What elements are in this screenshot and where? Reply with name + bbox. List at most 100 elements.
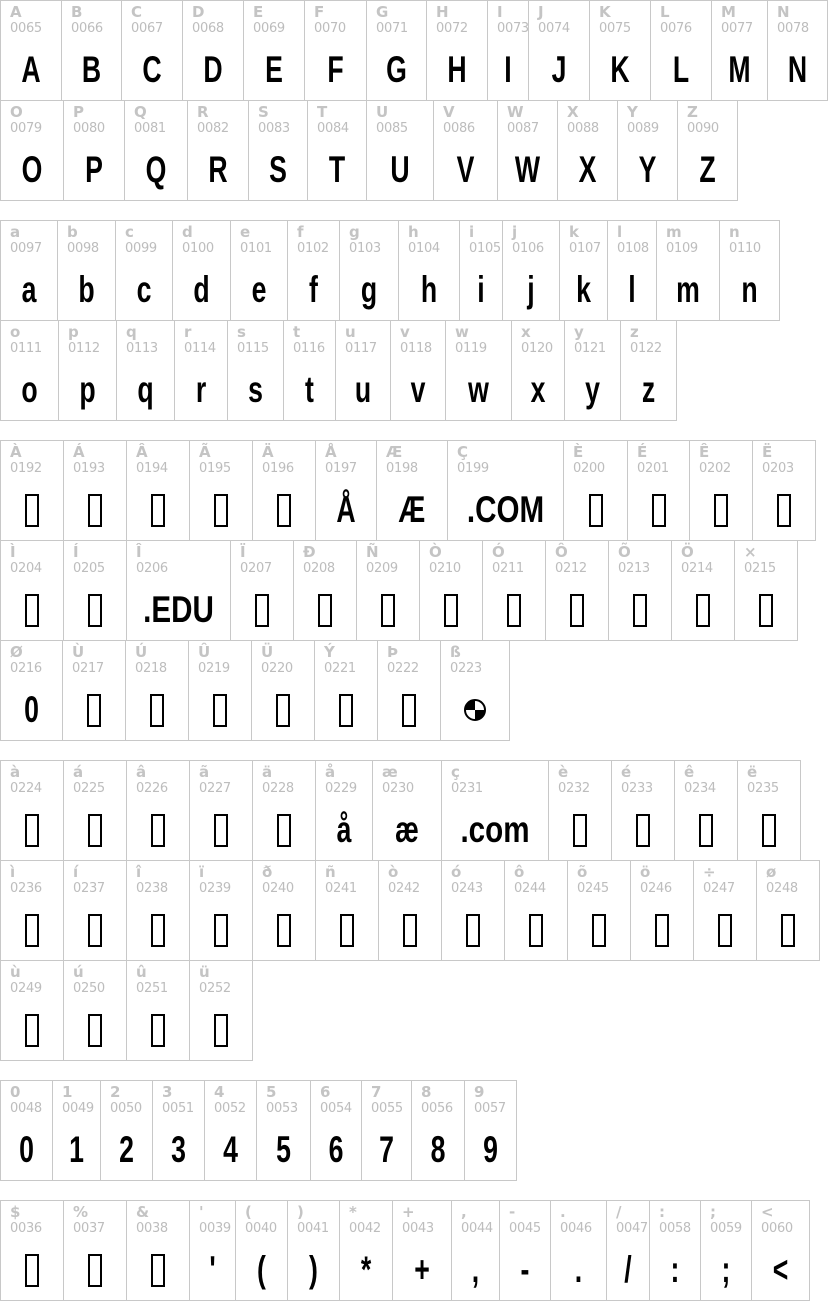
char-label: X [567,103,579,121]
char-code: 0104 [408,241,440,256]
char-code: 0199 [457,461,489,476]
char-code: 0110 [729,241,761,256]
glyph-cell: ß 0223 [440,640,510,741]
char-label: M [721,3,736,21]
char-code: 0056 [421,1101,453,1116]
char-code: 0045 [509,1221,541,1236]
char-code: 0119 [455,341,487,356]
glyph-cell: p 0112 p [58,320,117,421]
char-label: Å [325,443,337,461]
char-code: 0214 [681,561,713,576]
char-label: K [599,3,611,21]
char-label: < [761,1203,774,1221]
glyph-sample: 3 [171,1129,186,1170]
glyph-cell: Í 0205 [63,540,127,641]
glyph-cell: Ð 0208 [293,540,357,641]
char-code: 0235 [747,781,779,796]
glyph-cell: w 0119 w [445,320,512,421]
char-code: 0243 [451,881,483,896]
glyph-cell: 2 0050 2 [100,1080,153,1181]
glyph-sample: U [390,149,410,190]
glyph-sample: æ [395,809,419,850]
glyph-cell: ' 0039 ' [189,1200,236,1301]
char-code: 0041 [297,1221,329,1236]
char-code: 0089 [627,121,659,136]
glyph-sample: å [336,809,352,850]
glyph-cell: , 0044, [451,1200,500,1301]
glyph-sample: f [309,269,318,310]
glyph-sample: b [78,269,95,310]
glyph-cell: 0 0048 0 [0,1080,53,1181]
glyph-row: Ì 0204 Í 0205 Î 0206 .EDU Ï 0207 Ð 0208 Ñ 0209 Ò 0210 Ó… [0,540,798,641]
glyph-sample: 8 [430,1129,446,1170]
char-code: 0107 [569,241,601,256]
char-label: 2 [110,1083,121,1101]
glyph-cell: v 0118 v [390,320,446,421]
glyph-sample: 0 [24,689,39,730]
char-code: 0193 [73,461,105,476]
glyph-cell: <0060 < [751,1200,810,1301]
glyph-cell: Ä 0196 [252,440,316,541]
glyph-cell: Æ 0198 Æ [376,440,448,541]
glyph-sample: .EDU [143,589,214,630]
glyph-row: Ø 0216 0 Ù 0217 Ú 0218 Û 0219 Ü 0220 Ý 0221 Þ 0222 ß 022… [0,640,510,741]
char-code: 0115 [237,341,269,356]
glyph-cell: 6 0054 6 [310,1080,362,1181]
glyph-cell: i 0105 i [459,220,503,321]
char-code: 0231 [451,781,483,796]
glyph-sample: .COM [466,489,545,530]
glyph-sample: R [208,149,228,190]
glyph-sample: .com [460,809,530,850]
char-code: 0099 [125,241,157,256]
char-code: 0204 [10,561,42,576]
char-label: , [461,1203,467,1221]
glyph-cell: U 0085 U [366,100,434,201]
char-code: 0222 [387,661,419,676]
char-label: å [325,763,336,781]
char-code: 0058 [659,1221,691,1236]
char-code: 0074 [538,21,570,36]
char-code: 0209 [366,561,398,576]
char-label: Ù [72,643,85,661]
char-code: 0037 [73,1221,105,1236]
glyph-sample: l [628,269,636,310]
missing-glyph-box-icon [546,585,608,652]
char-label: ç [451,763,460,781]
glyph-sample: q [137,369,154,410]
char-code: 0217 [72,661,104,676]
char-label: Ç [457,443,469,461]
char-code: 0223 [450,661,482,676]
char-code: 0078 [777,21,809,36]
char-label: ñ [325,863,336,881]
char-label: Ò [429,543,442,561]
char-label: v [400,323,410,341]
glyph-sample: t [305,369,314,410]
char-code: 0210 [429,561,461,576]
char-label: J [538,3,544,21]
glyph-cell: Ï 0207 [230,540,294,641]
char-label: 3 [162,1083,173,1101]
char-code: 0208 [303,561,335,576]
glyph-cell: 4 0052 4 [204,1080,257,1181]
glyph-cell: ê 0234 [674,760,738,861]
glyph-cell: ö 0246 [630,860,694,961]
char-code: 0084 [317,121,349,136]
glyph-cell: z 0122 z [620,320,677,421]
char-code: 0221 [324,661,356,676]
char-label: 1 [62,1083,73,1101]
glyph-cell: +0043 + [392,1200,452,1301]
char-label: I [497,3,503,21]
char-code: 0076 [660,21,692,36]
glyph-cell: s 0115 s [227,320,284,421]
char-code: 0201 [637,461,669,476]
glyph-sample: * [360,1249,372,1290]
char-code: 0194 [136,461,168,476]
missing-glyph-box-icon [64,1245,126,1312]
char-label: ; [710,1203,716,1221]
char-label: B [71,3,83,21]
char-label: ï [199,863,205,881]
glyph-cell: Þ 0222 [377,640,441,741]
glyph-cell: % 0037 [63,1200,127,1301]
glyph-sample: 7 [379,1129,394,1170]
char-label: Ï [240,543,246,561]
